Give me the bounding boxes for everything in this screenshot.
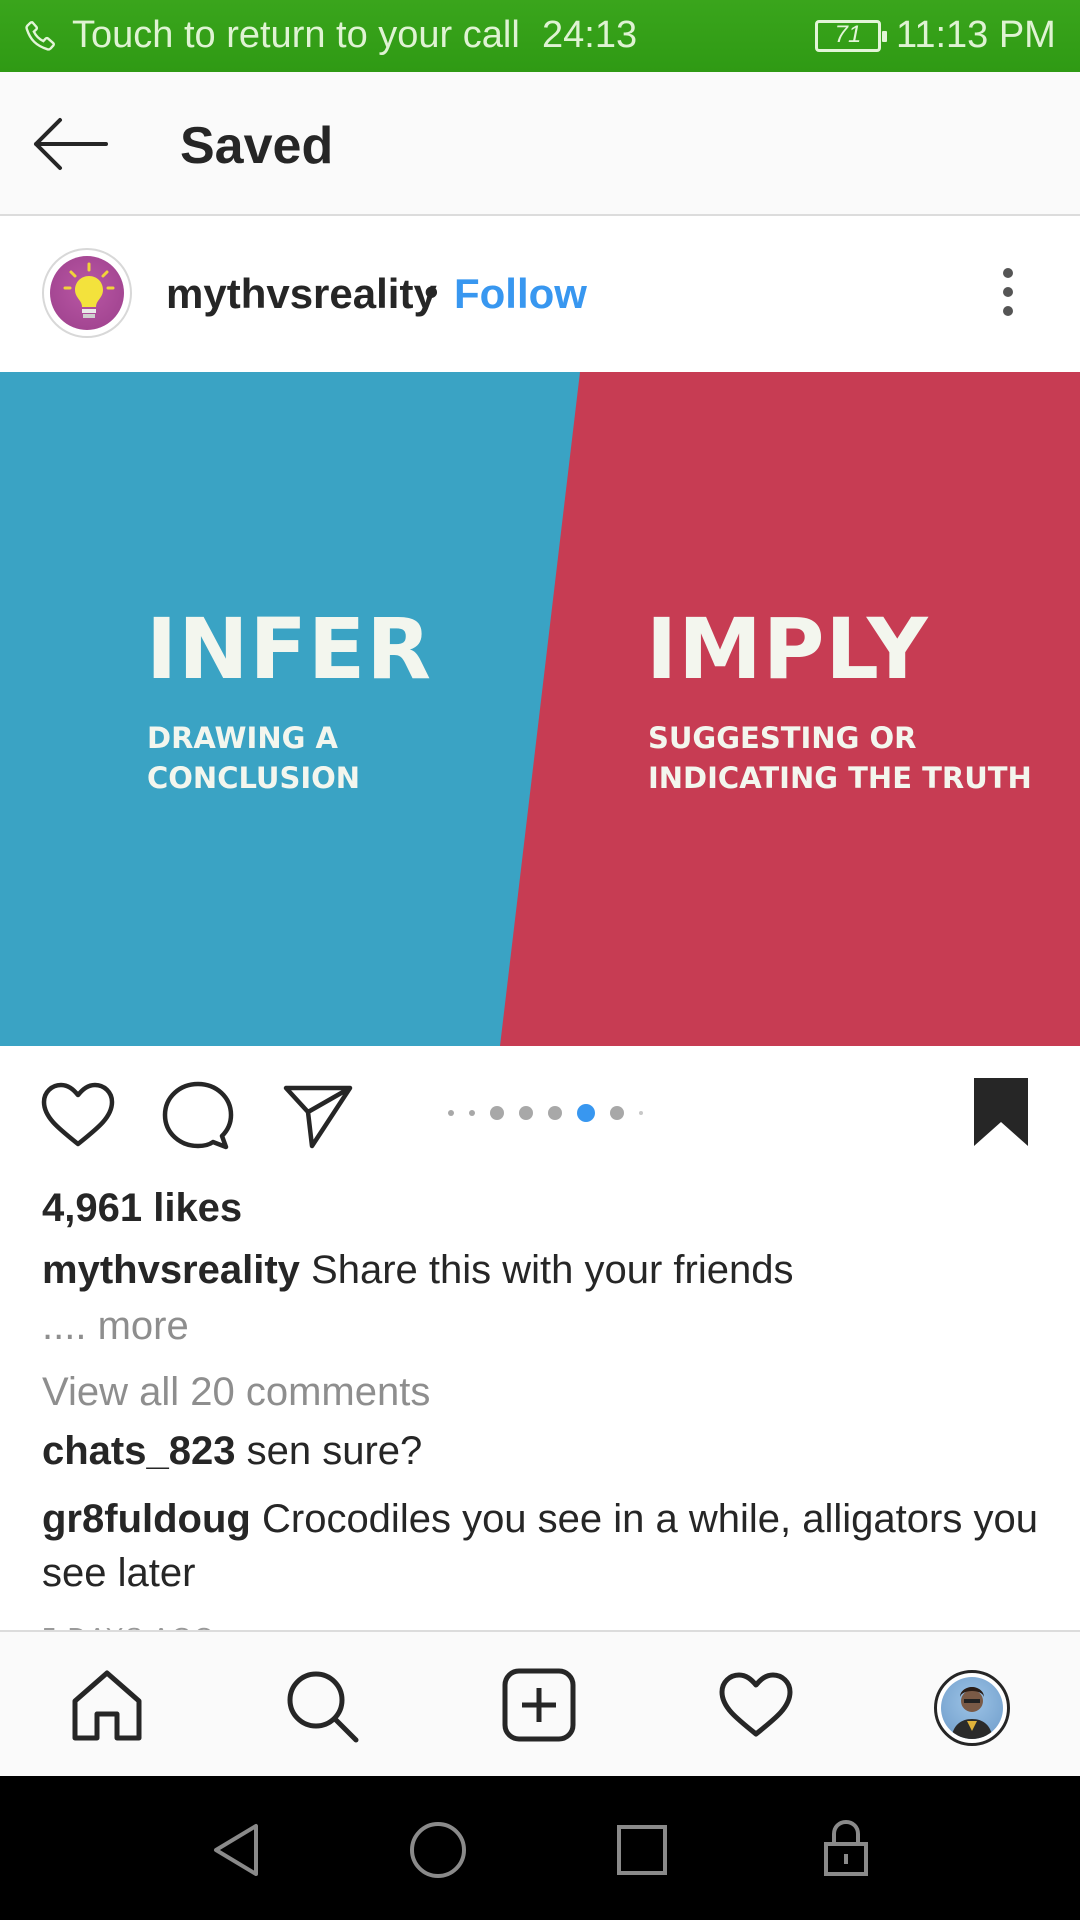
comment-username[interactable]: chats_823 — [42, 1429, 235, 1473]
battery-level: 71 — [834, 21, 862, 48]
image-sub-infer-1: DRAWING A — [147, 721, 338, 755]
image-word-imply: IMPLY — [646, 600, 929, 698]
new-post-icon[interactable] — [502, 1668, 576, 1742]
image-sub-imply-1: SUGGESTING OR — [648, 721, 917, 755]
saved-bookmark-icon[interactable] — [972, 1076, 1030, 1148]
comment-text: sen sure? — [246, 1429, 423, 1473]
carousel-dot — [548, 1106, 562, 1120]
more-vertical-icon[interactable] — [998, 268, 1018, 324]
status-bar[interactable]: Touch to return to your call 24:13 71 11… — [0, 0, 1080, 72]
comment-username[interactable]: gr8fuldoug — [42, 1497, 251, 1541]
back-triangle-icon[interactable] — [210, 1822, 260, 1878]
battery-icon: 71 — [815, 20, 887, 52]
separator-dot: • — [424, 268, 439, 315]
post-caption: mythvsreality Share this with your frien… — [42, 1248, 794, 1293]
phone-icon — [25, 20, 55, 51]
post-actions — [0, 1046, 1080, 1206]
follow-button[interactable]: Follow — [454, 270, 587, 318]
carousel-indicator — [448, 1103, 658, 1123]
call-timer: 24:13 — [542, 14, 638, 56]
profile-avatar[interactable] — [934, 1670, 1010, 1746]
lightbulb-icon — [63, 262, 115, 318]
like-heart-icon[interactable] — [40, 1082, 116, 1148]
carousel-dot — [469, 1110, 475, 1116]
caption-text: Share this with your friends — [311, 1248, 794, 1292]
status-clock: 11:13 PM — [896, 14, 1056, 56]
comment-item: chats_823 sen sure? — [42, 1424, 1042, 1478]
image-word-infer: INFER — [146, 600, 432, 698]
lock-icon[interactable] — [822, 1818, 870, 1878]
post-image-background — [0, 372, 1080, 1046]
top-app-bar: Saved — [0, 72, 1080, 216]
home-circle-icon[interactable] — [408, 1820, 468, 1880]
carousel-dot — [519, 1106, 533, 1120]
home-icon[interactable] — [70, 1668, 144, 1742]
caption-more-link[interactable]: .... more — [42, 1304, 189, 1349]
post-author-avatar[interactable] — [42, 248, 132, 338]
carousel-dot-active — [577, 1104, 595, 1122]
carousel-dot — [448, 1110, 454, 1116]
image-sub-imply-2: INDICATING THE TRUTH — [648, 761, 1032, 795]
caption-username[interactable]: mythvsreality — [42, 1248, 300, 1292]
post-username[interactable]: mythvsreality — [166, 270, 437, 318]
recents-square-icon[interactable] — [616, 1824, 668, 1876]
activity-heart-icon[interactable] — [718, 1672, 794, 1738]
search-icon[interactable] — [284, 1668, 360, 1744]
comment-bubble-icon[interactable] — [162, 1080, 234, 1150]
image-sub-infer-2: CONCLUSION — [147, 761, 361, 795]
likes-count[interactable]: 4,961 likes — [42, 1186, 242, 1231]
bottom-tab-bar — [0, 1630, 1080, 1776]
post-image[interactable]: INFER DRAWING A CONCLUSION IMPLY SUGGEST… — [0, 372, 1080, 1046]
system-navigation-bar — [0, 1776, 1080, 1920]
profile-photo — [941, 1677, 1003, 1739]
carousel-dot — [490, 1106, 504, 1120]
back-arrow-icon[interactable] — [30, 114, 110, 174]
return-to-call-text[interactable]: Touch to return to your call — [72, 14, 520, 57]
share-send-icon[interactable] — [282, 1082, 354, 1150]
page-title: Saved — [180, 117, 334, 175]
post-header: mythvsreality • Follow — [0, 218, 1080, 372]
comment-item: gr8fuldoug Crocodiles you see in a while… — [42, 1492, 1042, 1600]
view-all-comments-link[interactable]: View all 20 comments — [42, 1370, 430, 1415]
carousel-dot — [610, 1106, 624, 1120]
carousel-dot — [639, 1111, 643, 1115]
